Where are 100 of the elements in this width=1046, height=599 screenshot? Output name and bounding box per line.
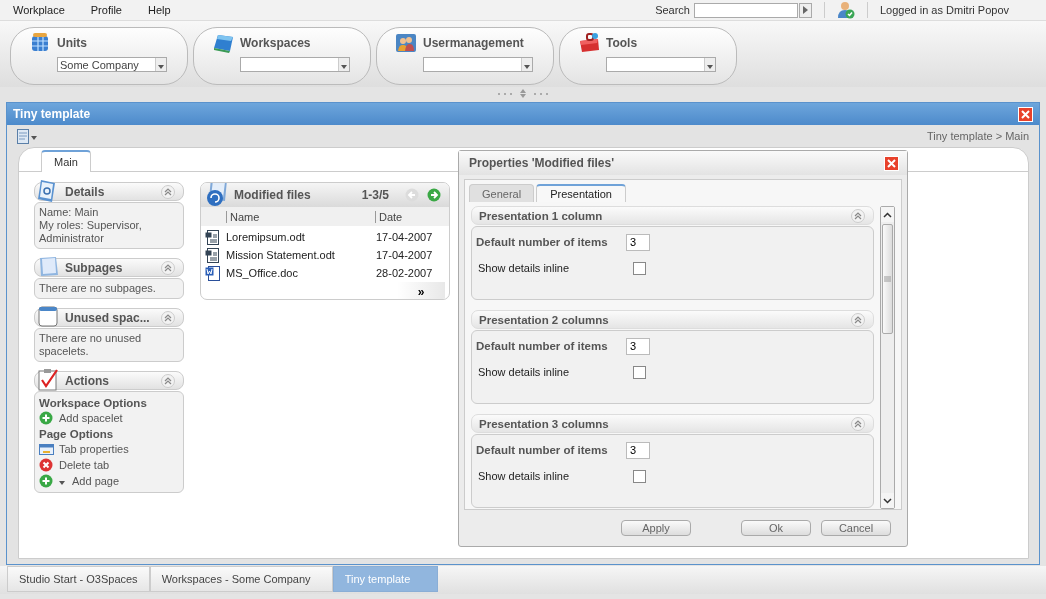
widget-header[interactable]: Unused spac... (34, 308, 184, 327)
cube-icon (29, 32, 51, 54)
date-cell: 17-04-2007 (376, 249, 433, 261)
file-link[interactable]: Mission Statement.odt (226, 249, 376, 261)
collapse-icon[interactable] (851, 312, 865, 327)
breadcrumb[interactable]: Tiny template > Main (927, 130, 1029, 142)
checkbox-label: Show details inline (477, 470, 571, 482)
scroll-up-button[interactable] (881, 207, 894, 222)
collapse-icon[interactable] (161, 185, 175, 199)
widget-text: There are no unused spacelets. (39, 332, 143, 358)
section-header[interactable]: Presentation 3 columns (471, 414, 874, 433)
widget-header[interactable]: Subpages (34, 258, 184, 277)
search-go-button[interactable] (799, 2, 812, 18)
tab[interactable]: Presentation (536, 184, 626, 202)
close-button[interactable] (884, 155, 899, 171)
taskbar-tab[interactable]: Studio Start - O3Spaces (7, 566, 150, 592)
module-label: Units (57, 36, 87, 50)
chevron-down-icon (883, 497, 892, 504)
user-icon[interactable] (837, 1, 855, 19)
widget-header[interactable]: Details (34, 182, 184, 201)
next-icon[interactable] (427, 188, 441, 202)
people-icon (395, 32, 417, 54)
chevron-up-icon (883, 211, 892, 218)
dialog-button[interactable]: Cancel (821, 520, 891, 536)
collapse-icon[interactable] (851, 416, 865, 431)
widget-title: Actions (65, 373, 109, 388)
module-button[interactable]: Usermanagement (376, 27, 554, 85)
section-header[interactable]: Presentation 1 column (471, 206, 874, 225)
page-icon (37, 254, 61, 279)
taskbar-tab[interactable]: Workspaces - Some Company (149, 566, 333, 592)
module-button[interactable]: Units Some Company (10, 27, 188, 85)
text-document-icon (205, 228, 221, 246)
dropdown-field[interactable] (240, 57, 350, 72)
widget-text: There are no subpages. (39, 282, 157, 295)
section-title: Presentation 3 columns (479, 417, 610, 430)
grip-icon (884, 275, 891, 283)
widget-title: Modified files (234, 188, 312, 202)
user-status: Logged in as Dmitri Popov (880, 4, 1009, 16)
tab-properties-icon (39, 442, 54, 456)
document-icon (17, 128, 29, 144)
section-header[interactable]: Presentation 2 columns (471, 310, 874, 329)
module-button[interactable]: Tools (559, 27, 737, 85)
add-icon (39, 474, 53, 488)
close-button[interactable] (1018, 106, 1033, 122)
tab[interactable]: Main (41, 150, 91, 172)
scroll-down-button[interactable] (881, 493, 894, 508)
splitter-handle-icon[interactable] (496, 89, 550, 98)
action-link[interactable]: Add page (39, 473, 179, 489)
checkbox[interactable] (633, 365, 646, 379)
collapse-icon[interactable] (161, 374, 175, 388)
action-link[interactable]: Delete tab (39, 457, 179, 473)
file-link[interactable]: MS_Office.doc (226, 267, 376, 279)
action-link[interactable]: Add spacelet (39, 410, 179, 426)
number-field[interactable]: 3 (626, 233, 650, 251)
add-menu-button[interactable] (39, 474, 67, 488)
module-button[interactable]: Workspaces (193, 27, 371, 85)
widget-header[interactable]: Actions (34, 371, 184, 390)
dropdown-field[interactable] (606, 57, 716, 72)
checkbox[interactable] (633, 469, 646, 483)
scrollbar-thumb[interactable] (882, 224, 893, 334)
tab[interactable]: General (469, 184, 535, 202)
column-header[interactable]: Date (375, 210, 435, 223)
checkbox[interactable] (633, 261, 646, 275)
search-label: Search (655, 4, 690, 16)
scrollbar[interactable] (880, 206, 895, 509)
panel-icon (212, 32, 234, 54)
widget-title: Details (65, 184, 105, 199)
collapse-icon[interactable] (161, 311, 175, 325)
number-field[interactable]: 3 (626, 441, 650, 459)
dropdown-field[interactable]: Some Company (57, 57, 167, 72)
field-label: Default number of items (476, 444, 609, 456)
column-header[interactable]: Name (226, 210, 375, 223)
widget-text: My roles: Supervisor, Administrator (39, 219, 143, 245)
collapse-icon[interactable] (851, 208, 865, 223)
field-label: Default number of items (476, 236, 609, 248)
delete-icon (39, 458, 54, 472)
search-field[interactable] (694, 2, 798, 18)
menu-item[interactable]: Workplace (13, 4, 65, 16)
collapse-icon[interactable] (161, 261, 175, 275)
section-title: Presentation 1 column (479, 209, 604, 222)
date-cell: 17-04-2007 (376, 231, 433, 243)
add-icon (39, 411, 54, 425)
number-field[interactable]: 3 (626, 337, 650, 355)
action-link[interactable]: Tab properties (39, 441, 179, 457)
pager-count: 1-3/5 (361, 188, 389, 202)
page-menu-button[interactable] (17, 128, 39, 144)
file-link[interactable]: Loremipsum.odt (226, 231, 376, 243)
section-title: Presentation 2 columns (479, 313, 610, 326)
dialog-button[interactable]: Ok (741, 520, 811, 536)
menu-item[interactable]: Help (147, 4, 171, 16)
module-label: Workspaces (240, 36, 311, 50)
menu-item[interactable]: Profile (90, 4, 122, 16)
dialog-button[interactable]: Apply (621, 520, 691, 536)
text-document-icon (205, 246, 221, 264)
dropdown-field[interactable] (423, 57, 533, 72)
play-icon (802, 6, 809, 14)
checklist-icon (37, 367, 61, 392)
close-icon (1021, 109, 1030, 119)
section-heading: Workspace Options (39, 397, 148, 410)
checkbox-label: Show details inline (477, 262, 571, 274)
